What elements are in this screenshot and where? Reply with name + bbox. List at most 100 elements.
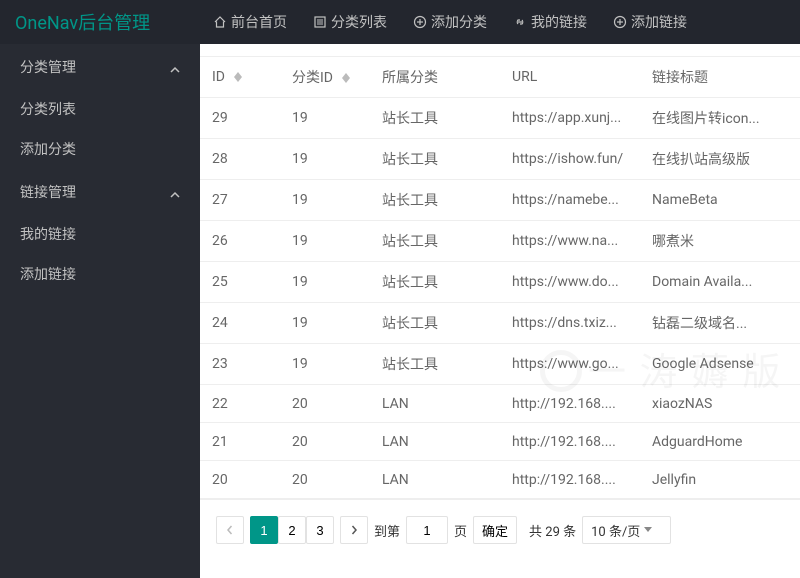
pager-confirm-button[interactable]: 确定 xyxy=(473,516,517,544)
cell-cid: 19 xyxy=(280,303,370,344)
topnav-item-label: 分类列表 xyxy=(331,12,387,32)
sidebar-item-1-0[interactable]: 我的链接 xyxy=(0,214,200,254)
sidebar-item-label: 分类列表 xyxy=(20,99,76,119)
cell-id: 26 xyxy=(200,221,280,262)
col-id[interactable]: ID xyxy=(200,57,280,98)
table-row: 2419站长工具https://dns.txiz...钻磊二级域名... xyxy=(200,303,800,344)
cell-cat: 站长工具 xyxy=(370,98,500,139)
table-body: 2919站长工具https://app.xunj...在线图片转icon...2… xyxy=(200,98,800,499)
sort-icon xyxy=(342,73,350,83)
table-row: 2919站长工具https://app.xunj...在线图片转icon... xyxy=(200,98,800,139)
caret-down-icon xyxy=(644,527,652,533)
cell-cid: 20 xyxy=(280,423,370,461)
cell-cid: 19 xyxy=(280,344,370,385)
pagination: 123 到第 页 确定 共 29 条 10 条/页 xyxy=(200,499,800,560)
chevron-left-icon xyxy=(225,525,235,535)
link-icon xyxy=(513,15,527,29)
cell-title: Domain Availa... xyxy=(640,262,800,303)
cell-url: http://192.168.... xyxy=(500,461,640,499)
cell-id: 28 xyxy=(200,139,280,180)
topnav-item-3[interactable]: 我的链接 xyxy=(500,0,600,44)
col-label: 链接标题 xyxy=(652,70,708,86)
caret-up-icon xyxy=(170,62,180,72)
pager-page-3[interactable]: 3 xyxy=(306,516,334,544)
topnav-item-label: 添加链接 xyxy=(631,12,687,32)
home-icon xyxy=(213,15,227,29)
chevron-right-icon xyxy=(349,525,359,535)
cell-id: 29 xyxy=(200,98,280,139)
cell-cid: 19 xyxy=(280,221,370,262)
table-row: 2819站长工具https://ishow.fun/在线扒站高级版 xyxy=(200,139,800,180)
cell-url: https://namebe... xyxy=(500,180,640,221)
pager-total-text: 共 29 条 xyxy=(529,521,576,540)
pager-next-button[interactable] xyxy=(340,516,368,544)
cell-title: xiaozNAS xyxy=(640,385,800,423)
cell-cid: 20 xyxy=(280,461,370,499)
cell-cat: 站长工具 xyxy=(370,303,500,344)
pager-jump-label-post: 页 xyxy=(454,521,467,540)
sidebar-group-0[interactable]: 分类管理 xyxy=(0,44,200,89)
cell-cat: 站长工具 xyxy=(370,139,500,180)
cell-title: 在线图片转icon... xyxy=(640,98,800,139)
col-label: ID xyxy=(212,69,225,85)
sidebar-group-label: 分类管理 xyxy=(20,57,76,77)
plus-icon xyxy=(413,15,427,29)
cell-url: https://www.na... xyxy=(500,221,640,262)
cell-cid: 19 xyxy=(280,98,370,139)
table-row: 2220LANhttp://192.168....xiaozNAS xyxy=(200,385,800,423)
main-content: ID 分类ID 所属分类 URL 链接标题 2919站长工具https://app.… xyxy=(200,44,800,578)
cell-cid: 19 xyxy=(280,262,370,303)
cell-cat: 站长工具 xyxy=(370,221,500,262)
links-table: ID 分类ID 所属分类 URL 链接标题 2919站长工具https://app.… xyxy=(200,56,800,499)
sidebar-group-label: 链接管理 xyxy=(20,182,76,202)
col-label: 分类ID xyxy=(292,70,333,86)
list-icon xyxy=(313,15,327,29)
col-cat: 所属分类 xyxy=(370,57,500,98)
cell-title: 在线扒站高级版 xyxy=(640,139,800,180)
cell-url: https://www.go... xyxy=(500,344,640,385)
topnav-item-2[interactable]: 添加分类 xyxy=(400,0,500,44)
cell-cat: LAN xyxy=(370,385,500,423)
sidebar: 分类管理分类列表添加分类链接管理我的链接添加链接 xyxy=(0,44,200,578)
pager-prev-button[interactable] xyxy=(216,516,244,544)
sidebar-item-label: 添加链接 xyxy=(20,264,76,284)
sidebar-item-1-1[interactable]: 添加链接 xyxy=(0,254,200,294)
cell-cid: 19 xyxy=(280,180,370,221)
col-label: 所属分类 xyxy=(382,70,438,86)
pager-perpage-select[interactable]: 10 条/页 xyxy=(582,516,671,544)
table-row: 2519站长工具https://www.do...Domain Availa..… xyxy=(200,262,800,303)
cell-cid: 19 xyxy=(280,139,370,180)
cell-cat: 站长工具 xyxy=(370,180,500,221)
pager-jump-label-pre: 到第 xyxy=(374,521,400,540)
plus-icon xyxy=(613,15,627,29)
topnav-item-0[interactable]: 前台首页 xyxy=(200,0,300,44)
sidebar-item-0-1[interactable]: 添加分类 xyxy=(0,129,200,169)
cell-url: http://192.168.... xyxy=(500,423,640,461)
cell-title: Google Adsense xyxy=(640,344,800,385)
sidebar-group-1[interactable]: 链接管理 xyxy=(0,169,200,214)
sidebar-item-0-0[interactable]: 分类列表 xyxy=(0,89,200,129)
table-header-row: ID 分类ID 所属分类 URL 链接标题 xyxy=(200,57,800,98)
cell-title: Jellyfin xyxy=(640,461,800,499)
topnav-item-4[interactable]: 添加链接 xyxy=(600,0,700,44)
cell-cat: LAN xyxy=(370,461,500,499)
pager-jump-input[interactable] xyxy=(406,516,448,544)
col-label: URL xyxy=(512,69,537,85)
cell-cat: 站长工具 xyxy=(370,262,500,303)
pager-page-1[interactable]: 1 xyxy=(250,516,278,544)
col-url: URL xyxy=(500,57,640,98)
pager-page-2[interactable]: 2 xyxy=(278,516,306,544)
col-title: 链接标题 xyxy=(640,57,800,98)
table-row: 2020LANhttp://192.168....Jellyfin xyxy=(200,461,800,499)
cell-id: 22 xyxy=(200,385,280,423)
brand-title: OneNav后台管理 xyxy=(0,0,200,44)
col-cid[interactable]: 分类ID xyxy=(280,57,370,98)
table-row: 2319站长工具https://www.go...Google Adsense xyxy=(200,344,800,385)
topnav-item-1[interactable]: 分类列表 xyxy=(300,0,400,44)
cell-cat: 站长工具 xyxy=(370,344,500,385)
cell-title: AdguardHome xyxy=(640,423,800,461)
table-row: 2120LANhttp://192.168....AdguardHome xyxy=(200,423,800,461)
header: OneNav后台管理 前台首页 分类列表添加分类我的链接 添加链接 xyxy=(0,0,800,44)
cell-url: http://192.168.... xyxy=(500,385,640,423)
sidebar-item-label: 添加分类 xyxy=(20,139,76,159)
